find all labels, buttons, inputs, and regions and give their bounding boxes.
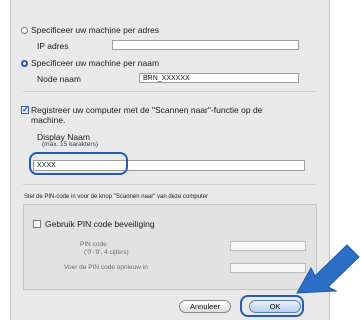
display-name-hint: (max. 15 karakters): [42, 141, 98, 148]
radio-address-label: Specificeer uw machine per adres: [31, 25, 160, 35]
node-name-label: Node naam: [37, 74, 81, 84]
register-label-line2: machine.: [31, 115, 66, 125]
pin-code-hint: ('0'-'9', 4 cijfers): [84, 249, 129, 256]
radio-name-label: Specificeer uw machine per naam: [31, 58, 160, 68]
register-checkbox[interactable]: ✓: [21, 106, 29, 114]
pin-group-box: Gebruik PIN code beveiliging PIN code ('…: [23, 204, 317, 290]
use-pin-checkbox[interactable]: [33, 220, 41, 228]
pin-code-label: PIN code: [80, 241, 107, 248]
radio-specify-by-name[interactable]: [21, 60, 28, 67]
use-pin-label: Gebruik PIN code beveiliging: [45, 219, 155, 229]
ip-address-label: IP adres: [37, 41, 69, 51]
ip-address-input[interactable]: [112, 40, 299, 50]
radio-specify-by-address[interactable]: [21, 27, 28, 34]
register-label-line1: Registreer uw computer met de "Scannen n…: [31, 105, 263, 115]
node-name-input[interactable]: [139, 73, 299, 83]
pointing-arrow-icon: [296, 244, 360, 294]
display-name-highlight: [29, 152, 128, 175]
pin-repeat-label: Voer de PIN code opnieuw in: [64, 264, 148, 271]
separator: [23, 184, 315, 185]
pin-section-title: Stel de PIN-code in voor de knop "Scanne…: [24, 194, 209, 200]
cancel-button[interactable]: Annuleer: [179, 300, 231, 313]
separator: [23, 91, 315, 92]
